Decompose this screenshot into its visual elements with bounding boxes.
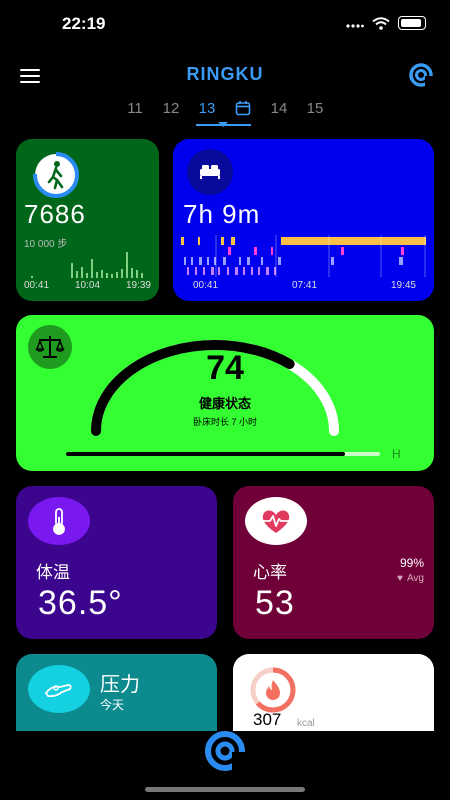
calendar-icon[interactable]	[232, 100, 254, 120]
fire-icon	[250, 667, 296, 713]
steps-chart	[31, 252, 143, 278]
sleep-time-start: 00:41	[193, 280, 219, 291]
steps-card[interactable]: 7686 10 000 步 00:41 10:04 19:39	[16, 139, 159, 301]
sleep-card[interactable]: 7h 9m 00:41 07:41 19:45	[173, 139, 434, 301]
steps-time-start: 00:41	[24, 280, 50, 291]
heart-rate-label: 心率	[253, 563, 287, 582]
app-title: RINGKU	[186, 64, 264, 84]
stress-icon	[28, 665, 90, 713]
wifi-icon	[372, 16, 390, 30]
steps-goal: 10 000 步	[24, 239, 68, 250]
sleep-time-end: 19:45	[390, 280, 416, 291]
steps-time-axis: 00:41 10:04 19:39	[24, 280, 151, 291]
health-card[interactable]: 74 健康状态 卧床时长 7 小时 H	[16, 315, 434, 471]
health-subtext: 卧床时长 7 小时	[192, 417, 257, 427]
date-selected-caret	[218, 122, 228, 127]
steps-value: 7686	[24, 199, 86, 229]
temperature-value: 36.5°	[38, 584, 123, 622]
thermometer-icon	[28, 497, 90, 545]
sleep-stage-chart	[181, 235, 426, 277]
heart-rate-avg-label: Avg	[406, 573, 424, 584]
sleep-duration: 7h 9m	[183, 199, 261, 229]
battery-icon	[398, 16, 426, 30]
sleep-time-mid: 07:41	[291, 280, 318, 291]
date-item-12[interactable]: 12	[160, 100, 182, 120]
ring-logo-icon[interactable]	[408, 62, 434, 88]
heart-rate-value: 53	[255, 584, 295, 622]
heart-icon: ♥	[397, 573, 403, 584]
walking-icon	[33, 152, 79, 198]
date-item-11[interactable]: 11	[124, 100, 146, 120]
health-progress-track	[66, 452, 380, 456]
temperature-card[interactable]: 体温 36.5°	[16, 486, 217, 639]
heart-rate-avg: ♥ Avg	[397, 573, 424, 584]
date-item-13[interactable]: 13	[196, 100, 218, 120]
health-progress-fill	[66, 452, 345, 456]
steps-time-end: 19:39	[125, 280, 151, 291]
bed-icon	[187, 149, 233, 195]
stress-subtext: 今天	[100, 698, 125, 712]
heart-rate-percent: 99%	[399, 556, 424, 570]
stress-label: 压力	[100, 674, 140, 696]
status-time: 22:19	[62, 14, 106, 33]
date-strip: 11 12 13 14 15	[0, 100, 450, 120]
health-score: 74	[206, 349, 244, 387]
signal-icon	[346, 24, 364, 28]
date-item-14[interactable]: 14	[268, 100, 290, 120]
health-scale-end: H	[392, 447, 401, 461]
date-item-15[interactable]: 15	[304, 100, 326, 120]
status-icons	[346, 16, 426, 30]
calories-value: 307	[253, 710, 282, 729]
heart-rate-card[interactable]: 心率 53 99% ♥ Avg	[233, 486, 434, 639]
heart-rate-icon	[245, 497, 307, 545]
sleep-time-axis: 00:41 07:41 19:45	[193, 280, 416, 291]
home-indicator	[145, 787, 305, 792]
ring-home-icon[interactable]	[200, 730, 250, 772]
temperature-label: 体温	[36, 563, 70, 582]
steps-time-mid: 10:04	[74, 280, 101, 291]
health-label: 健康状态	[198, 396, 251, 411]
calories-unit: kcal	[297, 718, 315, 729]
